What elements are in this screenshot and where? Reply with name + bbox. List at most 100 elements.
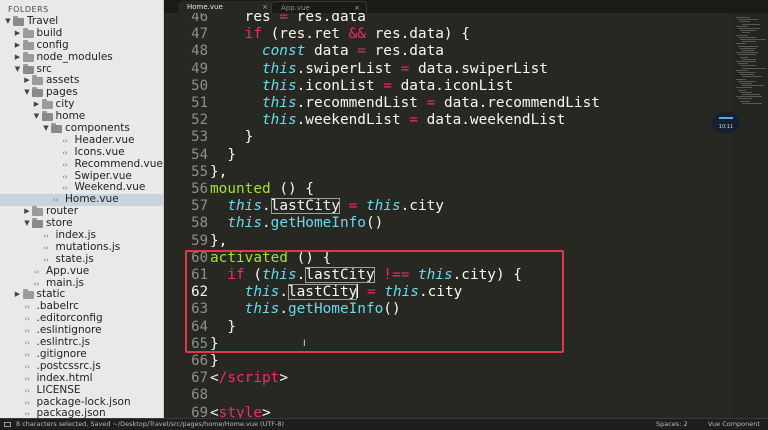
line-number: 57 — [191, 198, 208, 215]
minimap-line — [738, 80, 756, 82]
disclosure-open-icon[interactable]: ▼ — [23, 218, 31, 230]
line-number: 48 — [191, 43, 208, 60]
code-token: && — [348, 26, 366, 43]
line-number: 69 — [191, 404, 208, 418]
code-token: > — [279, 370, 288, 387]
code-line[interactable]: <style> — [210, 405, 271, 418]
tree-file[interactable]: package.json — [0, 407, 163, 418]
disclosure-open-icon[interactable]: ▼ — [33, 111, 41, 123]
disclosure-closed-icon[interactable]: ▶ — [14, 289, 22, 301]
folder-icon — [22, 39, 34, 50]
minimap-line — [738, 19, 758, 21]
file-code-icon — [61, 172, 70, 182]
tree-folder[interactable]: ▶ assets — [0, 75, 163, 87]
code-token: . — [261, 198, 271, 215]
syntax-setting[interactable]: Vue Component — [708, 419, 760, 430]
disclosure-open-icon[interactable]: ▼ — [4, 16, 12, 28]
tab-app-vue[interactable]: App.vue × — [271, 1, 367, 13]
tree-file[interactable]: state.js — [0, 253, 163, 266]
code-token: . — [261, 215, 271, 232]
tree-item-label: Recommend.vue — [74, 157, 163, 170]
code-line[interactable]: } — [210, 353, 219, 370]
file-code-icon — [42, 231, 51, 241]
code-line[interactable]: if (res.ret && res.data) { — [210, 26, 470, 43]
code-line[interactable]: } — [210, 129, 254, 146]
minimap-line — [736, 43, 746, 45]
disclosure-closed-icon[interactable]: ▶ — [33, 99, 41, 111]
code-line[interactable]: const data = res.data — [210, 43, 444, 60]
tree-file[interactable]: Icons.vue — [0, 145, 163, 159]
minimap-line — [742, 76, 762, 78]
tree-item-label: package.json — [36, 407, 106, 418]
minimap-line — [740, 74, 754, 76]
code-editor[interactable]: 46 47 48 49 50 51 52 53 54 55 56 57 58 59 60 61 62 63 64 65… — [164, 13, 768, 418]
code-line[interactable]: } — [210, 147, 236, 164]
code-token: () { — [270, 181, 314, 197]
disclosure-closed-icon[interactable]: ▶ — [14, 52, 22, 64]
tree-file[interactable]: Home.vue — [0, 193, 163, 207]
code-line[interactable]: }, — [210, 233, 227, 250]
code-token: /script — [218, 370, 280, 387]
tree-file[interactable]: App.vue — [0, 264, 163, 278]
disclosure-closed-icon[interactable]: ▶ — [23, 206, 31, 218]
code-line[interactable]: this.lastCity = this.city — [210, 198, 444, 215]
tab-home-vue[interactable]: Home.vue × — [178, 1, 274, 13]
code-line[interactable]: this.iconList = data.iconList — [210, 78, 513, 95]
disclosure-open-icon[interactable]: ▼ — [23, 87, 31, 99]
file-code-icon — [42, 243, 51, 253]
tree-file[interactable]: index.html — [0, 372, 163, 385]
folder-icon — [32, 87, 43, 98]
tree-item-label: Icons.vue — [74, 145, 125, 158]
minimap-line — [738, 45, 758, 47]
code-line[interactable]: this.getHomeInfo() — [210, 215, 383, 232]
code-area[interactable]: res = res.data if (res.ret && res.data) … — [210, 13, 728, 418]
code-line[interactable]: this.weekendList = data.weekendList — [210, 112, 565, 129]
code-line[interactable]: }, — [210, 164, 227, 181]
tree-folder[interactable]: ▶ node_modules — [0, 51, 163, 64]
panel-toggle-icon[interactable] — [4, 422, 11, 427]
minimap[interactable] — [732, 13, 768, 418]
disclosure-open-icon[interactable]: ▼ — [42, 123, 50, 135]
tree-file[interactable]: Recommend.vue — [0, 157, 163, 171]
disclosure-closed-icon[interactable]: ▶ — [14, 28, 22, 40]
close-icon[interactable]: × — [262, 1, 268, 13]
code-line[interactable]: this.recommendList = data.recommendList — [210, 95, 600, 112]
tree-file[interactable]: .postcssrc.js — [0, 360, 163, 373]
code-token: .iconList — [296, 77, 384, 94]
code-token: data.iconList — [391, 77, 514, 94]
disclosure-closed-icon[interactable]: ▶ — [14, 40, 22, 52]
tree-file[interactable]: Header.vue — [0, 134, 163, 147]
minimap-line — [740, 47, 756, 49]
minimap-line — [742, 67, 766, 69]
tree-item-label: App.vue — [46, 264, 90, 277]
minimap-line — [742, 85, 764, 87]
code-line[interactable]: res = res.data — [210, 13, 366, 26]
tree-folder[interactable]: ▶ config — [0, 39, 163, 52]
line-number: 55 — [191, 163, 208, 180]
disclosure-open-icon[interactable]: ▼ — [14, 64, 22, 76]
tree-folder[interactable]: ▼ pages — [0, 86, 163, 99]
tree-folder[interactable]: ▶ build — [0, 27, 163, 40]
minimap-line — [736, 69, 748, 71]
code-line[interactable]: </script> — [210, 370, 288, 387]
tab-bar: Home.vue × App.vue × — [164, 0, 768, 13]
tree-folder[interactable]: ▼ Travel — [0, 15, 163, 28]
minimap-line — [736, 25, 748, 27]
tree-folder[interactable]: ▶ router — [0, 205, 163, 218]
tree-file[interactable]: LICENSE — [0, 384, 163, 397]
code-line[interactable]: mounted () { — [210, 181, 314, 198]
tab-label: App.vue — [281, 4, 310, 12]
disclosure-closed-icon[interactable]: ▶ — [23, 75, 31, 87]
tree-folder[interactable]: ▼ src — [0, 63, 163, 76]
file-code-icon — [61, 148, 70, 158]
file-code-icon — [23, 398, 32, 408]
code-line[interactable]: this.swiperList = data.swiperList — [210, 61, 548, 78]
indentation-setting[interactable]: Spaces: 2 — [656, 419, 688, 430]
tree-file[interactable]: main.js — [0, 277, 163, 290]
line-number: 51 — [191, 95, 208, 111]
file-code-icon — [23, 302, 32, 312]
code-token: .weekendList — [296, 112, 410, 129]
tree-folder[interactable]: ▶ static — [0, 289, 163, 301]
code-token: res.data — [296, 13, 366, 25]
